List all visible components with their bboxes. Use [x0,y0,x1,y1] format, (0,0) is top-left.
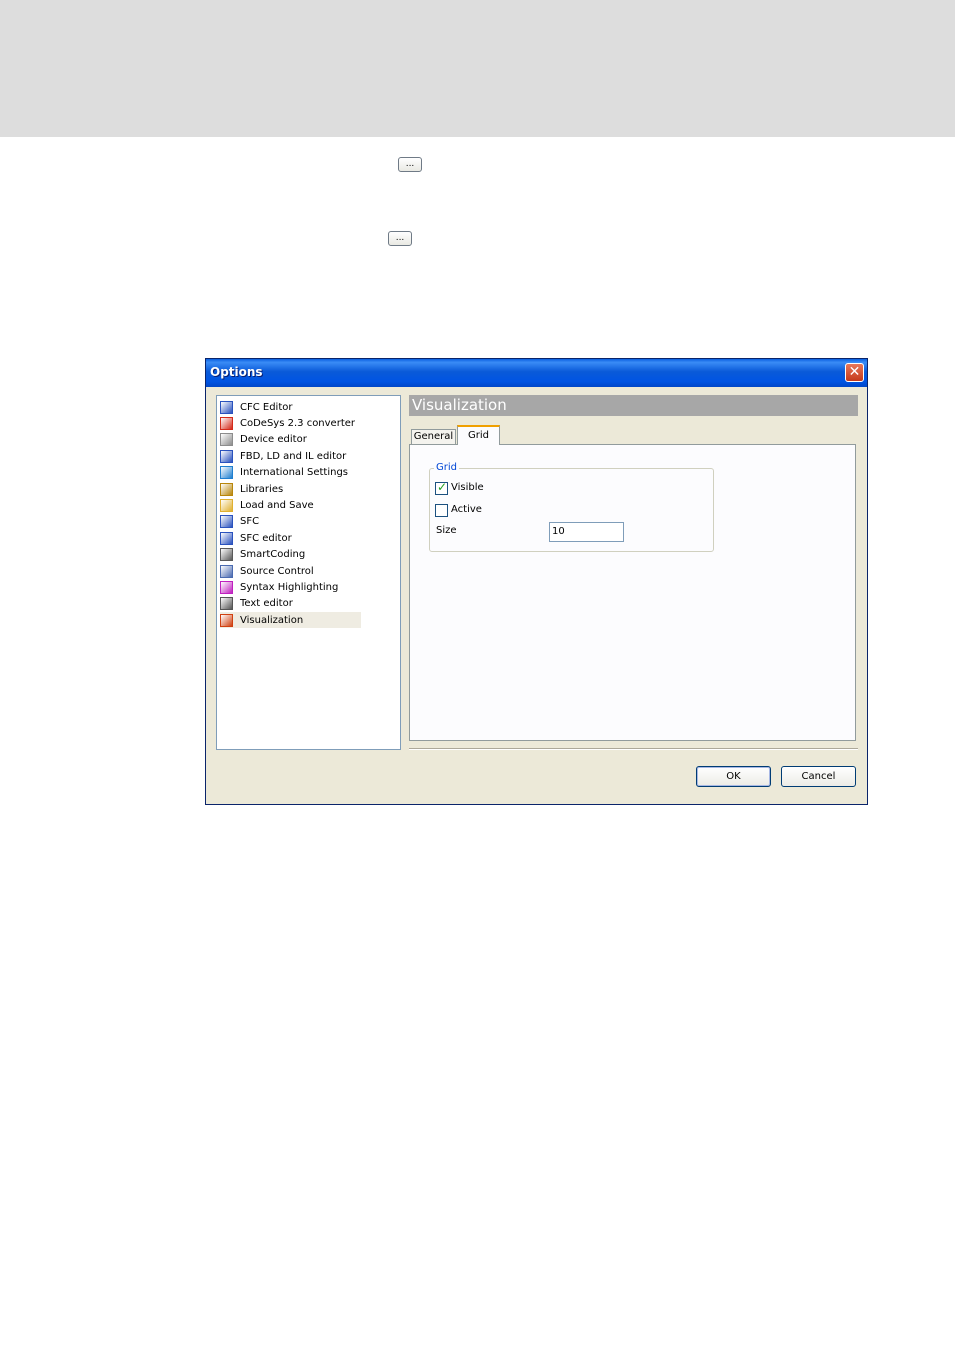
tree-item-label: Syntax Highlighting [240,581,339,593]
tree-item-international-settings[interactable]: International Settings [220,465,348,481]
tree-item-label: Libraries [240,483,284,495]
cancel-button[interactable]: Cancel [781,766,856,787]
settings-panel: Visualization General Grid Grid ✓ Visibl… [409,395,858,743]
size-input[interactable]: 10 [549,522,624,542]
tree-item-codesys-2-3-converter[interactable]: CoDeSys 2.3 converter [220,415,355,431]
tree-item-label: Text editor [240,598,293,610]
visible-checkbox[interactable]: ✓ [435,480,448,495]
tree-item-label: Visualization [240,614,304,626]
grid-groupbox: Grid ✓ Visible Active Size 10 [429,462,714,552]
active-label: Active [451,504,482,515]
dialog-title: Options [210,365,263,379]
smartcoding-icon [220,548,233,562]
device-editor-icon [220,433,233,447]
tree-item-label: CoDeSys 2.3 converter [240,417,356,429]
tab-grid[interactable]: Grid [457,425,500,445]
tree-item-label: International Settings [240,467,349,479]
tree-item-label: Device editor [240,434,307,446]
tree-item-label: Load and Save [240,499,314,511]
visualization-icon [220,613,233,627]
grid-tab-content: Grid ✓ Visible Active Size 10 [409,444,856,741]
tree-item-sfc-editor[interactable]: SFC editor [220,530,292,546]
tree-item-label: CFC Editor [240,401,293,413]
active-checkbox[interactable] [435,504,448,517]
tree-item-label: SmartCoding [240,549,306,561]
tree-item-visualization[interactable]: Visualization [220,612,361,629]
options-category-tree[interactable]: CFC Editor CoDeSys 2.3 converter Device ed… [216,395,401,750]
tree-item-load-and-save[interactable]: Load and Save [220,497,314,513]
button-separator [409,748,858,750]
close-icon: ✕ [848,364,861,380]
libraries-icon [220,482,233,496]
tree-item-text-editor[interactable]: Text editor [220,596,293,612]
tab-general[interactable]: General [411,429,456,444]
ok-button[interactable]: OK [696,766,771,787]
fbd-ld-il-editor-icon [220,449,233,463]
sfc-editor-icon [220,531,233,545]
tree-item-label: FBD, LD and IL editor [240,450,347,462]
tree-item-syntax-highlighting[interactable]: Syntax Highlighting [220,579,338,595]
tree-item-libraries[interactable]: Libraries [220,481,283,497]
sfc-icon [220,515,233,529]
tree-item-smartcoding[interactable]: SmartCoding [220,547,305,563]
text-editor-icon [220,597,233,611]
size-label: Size [436,525,457,536]
tree-item-fbd-ld-and-il-editor[interactable]: FBD, LD and IL editor [220,448,346,464]
browse-button-2[interactable]: ... [388,231,412,246]
tree-item-label: SFC [240,516,260,528]
page-header-band [0,0,955,137]
tree-item-source-control[interactable]: Source Control [220,563,314,579]
tree-item-cfc-editor[interactable]: CFC Editor [220,399,293,415]
checkmark-icon: ✓ [437,480,448,494]
section-title: Visualization [409,395,858,416]
grid-group-title: Grid [434,462,459,473]
dialog-titlebar[interactable]: Options ✕ [206,359,867,387]
tree-item-label: SFC editor [240,532,292,544]
tree-item-device-editor[interactable]: Device editor [220,432,307,448]
folder-icon [220,498,233,512]
cfc-editor-icon [220,400,233,414]
browse-button-1[interactable]: ... [398,157,422,172]
visible-label: Visible [451,482,484,493]
source-control-icon [220,564,233,578]
close-button[interactable]: ✕ [845,363,864,382]
globe-icon [220,466,233,480]
tree-item-sfc[interactable]: SFC [220,514,259,530]
options-dialog: Options ✕ CFC Editor CoDeSys 2.3 converte… [205,358,868,805]
syntax-highlighting-icon [220,580,233,594]
tree-item-label: Source Control [240,565,314,577]
converter-icon [220,416,233,430]
